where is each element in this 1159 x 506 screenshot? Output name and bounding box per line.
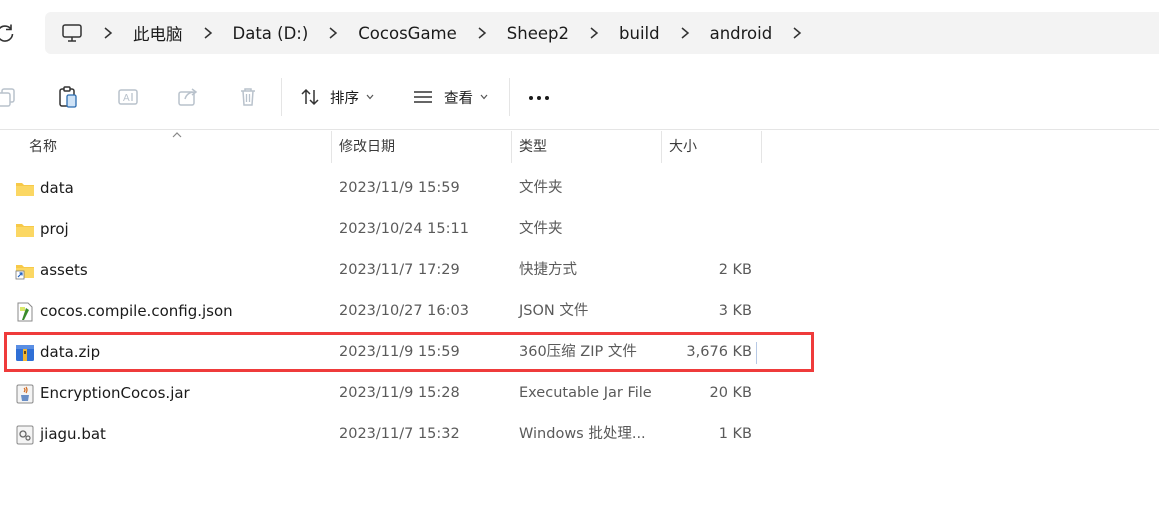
file-type: JSON 文件 <box>519 303 589 319</box>
file-type: Executable Jar File <box>519 385 652 401</box>
more-options-icon[interactable] <box>529 96 549 100</box>
chevron-right-icon[interactable] <box>680 26 690 40</box>
chevron-down-icon <box>366 94 374 100</box>
jar-file-icon <box>16 384 34 404</box>
column-header-row: 名称 修改日期 类型 大小 <box>0 131 1159 163</box>
file-modified: 2023/11/7 17:29 <box>339 262 460 278</box>
file-row[interactable]: jiagu.bat 2023/11/7 15:32 Windows 批处理...… <box>0 414 1159 455</box>
column-divider[interactable] <box>761 131 762 163</box>
shortcut-folder-icon <box>15 265 34 280</box>
file-type: 文件夹 <box>519 221 563 237</box>
file-name: proj <box>40 220 69 238</box>
bat-file-icon <box>16 425 34 445</box>
file-modified: 2023/10/27 16:03 <box>339 303 469 319</box>
view-label: 查看 <box>444 90 473 107</box>
file-row-selected[interactable]: data.zip 2023/11/9 15:59 360压缩 ZIP 文件 3,… <box>0 332 1159 373</box>
file-row[interactable]: assets 2023/11/7 17:29 快捷方式 2 KB <box>0 250 1159 291</box>
chevron-down-icon <box>480 94 488 100</box>
sort-button[interactable]: 排序 <box>300 84 374 110</box>
file-size: 3,676 KB <box>686 344 752 360</box>
address-bar[interactable]: 此电脑 Data (D:) CocosGame Sheep2 build and… <box>45 12 1159 54</box>
file-size: 2 KB <box>718 262 752 278</box>
file-type: 文件夹 <box>519 180 563 196</box>
chevron-right-icon[interactable] <box>792 26 802 40</box>
sort-label: 排序 <box>330 90 359 107</box>
share-icon[interactable] <box>177 86 199 108</box>
file-type: 快捷方式 <box>519 262 577 278</box>
chevron-right-icon[interactable] <box>589 26 599 40</box>
chevron-right-icon[interactable] <box>203 26 213 40</box>
breadcrumb-data-drive[interactable]: Data (D:) <box>233 24 309 43</box>
file-size: 20 KB <box>709 385 752 401</box>
paste-icon[interactable] <box>57 86 79 108</box>
file-modified: 2023/11/7 15:32 <box>339 426 460 442</box>
file-size: 1 KB <box>718 426 752 442</box>
svg-text:A: A <box>123 93 130 104</box>
breadcrumb-this-pc[interactable]: 此电脑 <box>133 21 183 45</box>
file-name: data.zip <box>40 343 101 361</box>
file-name: EncryptionCocos.jar <box>40 384 190 402</box>
file-name: jiagu.bat <box>40 425 106 443</box>
breadcrumb-cocosgame[interactable]: CocosGame <box>358 24 457 43</box>
breadcrumb-build[interactable]: build <box>619 24 660 43</box>
file-name: assets <box>40 261 88 279</box>
command-bar: A 排序 查看 <box>0 64 1159 130</box>
file-modified: 2023/11/9 15:28 <box>339 385 460 401</box>
toolbar-divider <box>509 78 510 116</box>
chevron-right-icon[interactable] <box>103 26 113 40</box>
file-size: 3 KB <box>718 303 752 319</box>
json-file-icon <box>17 302 33 322</box>
column-type[interactable]: 类型 <box>519 131 547 163</box>
this-pc-icon[interactable] <box>61 23 83 43</box>
folder-icon <box>16 183 34 196</box>
column-divider[interactable] <box>661 131 662 163</box>
toolbar-divider <box>281 78 282 116</box>
file-row[interactable]: data 2023/11/9 15:59 文件夹 <box>0 168 1159 209</box>
column-divider[interactable] <box>331 131 332 163</box>
selection-edge <box>756 342 757 364</box>
column-modified[interactable]: 修改日期 <box>339 131 395 163</box>
column-name[interactable]: 名称 <box>29 131 57 163</box>
column-size[interactable]: 大小 <box>669 131 697 163</box>
address-strip: 此电脑 Data (D:) CocosGame Sheep2 build and… <box>0 0 1159 64</box>
file-name: data <box>40 179 74 197</box>
delete-icon[interactable] <box>237 86 259 108</box>
chevron-right-icon[interactable] <box>328 26 338 40</box>
file-type: Windows 批处理... <box>519 426 646 442</box>
breadcrumb-android[interactable]: android <box>710 24 773 43</box>
chevron-right-icon[interactable] <box>477 26 487 40</box>
rename-icon[interactable]: A <box>117 86 139 108</box>
file-explorer-window: 此电脑 Data (D:) CocosGame Sheep2 build and… <box>0 0 1159 506</box>
refresh-icon[interactable] <box>0 22 16 44</box>
file-modified: 2023/11/9 15:59 <box>339 344 460 360</box>
file-row[interactable]: cocos.compile.config.json 2023/10/27 16:… <box>0 291 1159 332</box>
file-modified: 2023/10/24 15:11 <box>339 221 469 237</box>
sort-ascending-icon <box>172 132 182 138</box>
file-row[interactable]: proj 2023/10/24 15:11 文件夹 <box>0 209 1159 250</box>
file-type: 360压缩 ZIP 文件 <box>519 344 637 360</box>
sort-icon <box>301 88 319 106</box>
file-name: cocos.compile.config.json <box>40 302 233 320</box>
copy-icon[interactable] <box>0 86 18 108</box>
view-list-icon <box>414 91 432 103</box>
folder-icon <box>16 224 34 237</box>
file-modified: 2023/11/9 15:59 <box>339 180 460 196</box>
file-row[interactable]: EncryptionCocos.jar 2023/11/9 15:28 Exec… <box>0 373 1159 414</box>
view-button[interactable]: 查看 <box>412 84 488 110</box>
column-divider[interactable] <box>511 131 512 163</box>
zip-archive-icon <box>16 345 34 361</box>
breadcrumb-sheep2[interactable]: Sheep2 <box>507 24 569 43</box>
